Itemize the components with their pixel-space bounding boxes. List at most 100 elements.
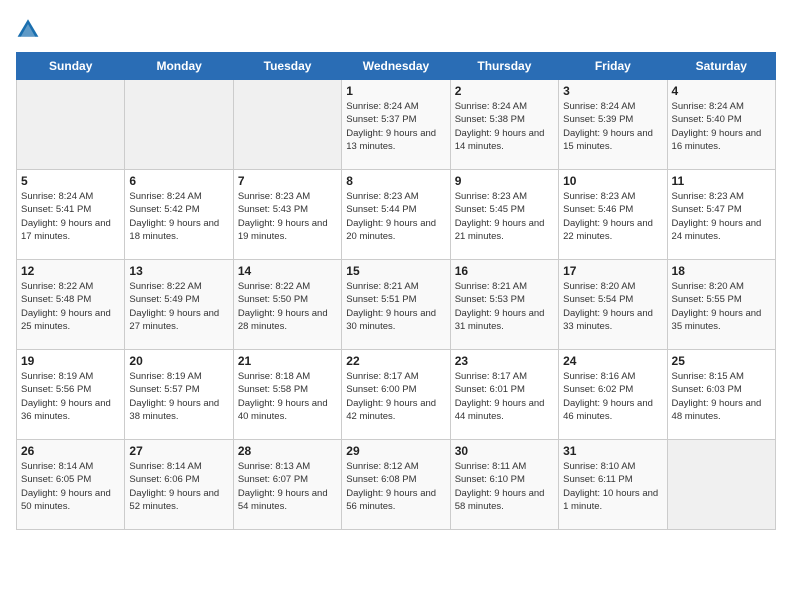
calendar-cell <box>17 80 125 170</box>
day-of-week-header: Thursday <box>450 53 558 80</box>
day-of-week-header: Sunday <box>17 53 125 80</box>
calendar-cell: 4 Sunrise: 8:24 AM Sunset: 5:40 PM Daylig… <box>667 80 775 170</box>
day-info: Sunrise: 8:23 AM Sunset: 5:44 PM Dayligh… <box>346 190 445 243</box>
calendar-week-row: 19 Sunrise: 8:19 AM Sunset: 5:56 PM Dayli… <box>17 350 776 440</box>
calendar-cell <box>125 80 233 170</box>
day-info: Sunrise: 8:20 AM Sunset: 5:54 PM Dayligh… <box>563 280 662 333</box>
calendar-cell: 8Sunrise: 8:23 AM Sunset: 5:44 PM Daylig… <box>342 170 450 260</box>
calendar-body: 1 Sunrise: 8:24 AM Sunset: 5:37 PM Daylig… <box>17 80 776 530</box>
calendar-cell: 17 Sunrise: 8:20 AM Sunset: 5:54 PM Dayli… <box>559 260 667 350</box>
calendar-cell: 7 Sunrise: 8:23 AM Sunset: 5:43 PM Daylig… <box>233 170 341 260</box>
calendar-cell: 26 Sunrise: 8:14 AM Sunset: 6:05 PM Dayli… <box>17 440 125 530</box>
day-of-week-header: Friday <box>559 53 667 80</box>
day-info: Sunrise: 8:23 AM Sunset: 5:46 PM Dayligh… <box>563 190 662 243</box>
day-info: Sunrise: 8:19 AM Sunset: 5:56 PM Dayligh… <box>21 370 120 423</box>
day-info: Sunrise: 8:10 AM Sunset: 6:11 PM Dayligh… <box>563 460 662 513</box>
calendar-cell: 10 Sunrise: 8:23 AM Sunset: 5:46 PM Dayli… <box>559 170 667 260</box>
day-number: 5 <box>21 174 120 188</box>
day-of-week-header: Saturday <box>667 53 775 80</box>
calendar-cell <box>667 440 775 530</box>
day-number: 26 <box>21 444 120 458</box>
day-number: 12 <box>21 264 120 278</box>
day-info: Sunrise: 8:15 AM Sunset: 6:03 PM Dayligh… <box>672 370 771 423</box>
day-info: Sunrise: 8:17 AM Sunset: 6:01 PM Dayligh… <box>455 370 554 423</box>
day-info: Sunrise: 8:21 AM Sunset: 5:53 PM Dayligh… <box>455 280 554 333</box>
calendar-cell: 5 Sunrise: 8:24 AM Sunset: 5:41 PM Daylig… <box>17 170 125 260</box>
day-info: Sunrise: 8:14 AM Sunset: 6:05 PM Dayligh… <box>21 460 120 513</box>
calendar-header-row: SundayMondayTuesdayWednesdayThursdayFrid… <box>17 53 776 80</box>
calendar-cell: 9 Sunrise: 8:23 AM Sunset: 5:45 PM Daylig… <box>450 170 558 260</box>
day-info: Sunrise: 8:13 AM Sunset: 6:07 PM Dayligh… <box>238 460 337 513</box>
day-number: 10 <box>563 174 662 188</box>
calendar-cell: 1 Sunrise: 8:24 AM Sunset: 5:37 PM Daylig… <box>342 80 450 170</box>
logo <box>16 16 44 40</box>
calendar-cell: 15 Sunrise: 8:21 AM Sunset: 5:51 PM Dayli… <box>342 260 450 350</box>
day-info: Sunrise: 8:24 AM Sunset: 5:37 PM Dayligh… <box>346 100 445 153</box>
day-info: Sunrise: 8:24 AM Sunset: 5:38 PM Dayligh… <box>455 100 554 153</box>
calendar-cell: 24Sunrise: 8:16 AM Sunset: 6:02 PM Dayli… <box>559 350 667 440</box>
day-info: Sunrise: 8:22 AM Sunset: 5:50 PM Dayligh… <box>238 280 337 333</box>
calendar-cell: 18Sunrise: 8:20 AM Sunset: 5:55 PM Dayli… <box>667 260 775 350</box>
day-number: 9 <box>455 174 554 188</box>
day-number: 25 <box>672 354 771 368</box>
calendar-cell: 30 Sunrise: 8:11 AM Sunset: 6:10 PM Dayli… <box>450 440 558 530</box>
day-number: 21 <box>238 354 337 368</box>
calendar-cell: 25 Sunrise: 8:15 AM Sunset: 6:03 PM Dayli… <box>667 350 775 440</box>
day-info: Sunrise: 8:11 AM Sunset: 6:10 PM Dayligh… <box>455 460 554 513</box>
day-info: Sunrise: 8:23 AM Sunset: 5:43 PM Dayligh… <box>238 190 337 243</box>
day-number: 6 <box>129 174 228 188</box>
day-info: Sunrise: 8:22 AM Sunset: 5:49 PM Dayligh… <box>129 280 228 333</box>
calendar-cell: 14 Sunrise: 8:22 AM Sunset: 5:50 PM Dayli… <box>233 260 341 350</box>
calendar-week-row: 26 Sunrise: 8:14 AM Sunset: 6:05 PM Dayli… <box>17 440 776 530</box>
day-info: Sunrise: 8:14 AM Sunset: 6:06 PM Dayligh… <box>129 460 228 513</box>
header <box>16 16 776 40</box>
calendar-cell: 29 Sunrise: 8:12 AM Sunset: 6:08 PM Dayli… <box>342 440 450 530</box>
calendar-cell: 16 Sunrise: 8:21 AM Sunset: 5:53 PM Dayli… <box>450 260 558 350</box>
calendar-cell: 21Sunrise: 8:18 AM Sunset: 5:58 PM Dayli… <box>233 350 341 440</box>
day-info: Sunrise: 8:12 AM Sunset: 6:08 PM Dayligh… <box>346 460 445 513</box>
day-number: 11 <box>672 174 771 188</box>
day-number: 22 <box>346 354 445 368</box>
day-number: 27 <box>129 444 228 458</box>
day-number: 29 <box>346 444 445 458</box>
calendar-week-row: 12 Sunrise: 8:22 AM Sunset: 5:48 PM Dayli… <box>17 260 776 350</box>
day-number: 14 <box>238 264 337 278</box>
day-number: 16 <box>455 264 554 278</box>
day-number: 2 <box>455 84 554 98</box>
day-number: 13 <box>129 264 228 278</box>
calendar-cell: 22Sunrise: 8:17 AM Sunset: 6:00 PM Dayli… <box>342 350 450 440</box>
day-number: 7 <box>238 174 337 188</box>
day-number: 4 <box>672 84 771 98</box>
calendar-cell: 19 Sunrise: 8:19 AM Sunset: 5:56 PM Dayli… <box>17 350 125 440</box>
calendar-cell: 20Sunrise: 8:19 AM Sunset: 5:57 PM Dayli… <box>125 350 233 440</box>
calendar-week-row: 5 Sunrise: 8:24 AM Sunset: 5:41 PM Daylig… <box>17 170 776 260</box>
day-number: 17 <box>563 264 662 278</box>
day-number: 15 <box>346 264 445 278</box>
day-number: 28 <box>238 444 337 458</box>
day-of-week-header: Monday <box>125 53 233 80</box>
calendar-cell: 23 Sunrise: 8:17 AM Sunset: 6:01 PM Dayli… <box>450 350 558 440</box>
day-number: 30 <box>455 444 554 458</box>
day-info: Sunrise: 8:23 AM Sunset: 5:45 PM Dayligh… <box>455 190 554 243</box>
day-info: Sunrise: 8:21 AM Sunset: 5:51 PM Dayligh… <box>346 280 445 333</box>
calendar-cell: 11 Sunrise: 8:23 AM Sunset: 5:47 PM Dayli… <box>667 170 775 260</box>
day-number: 19 <box>21 354 120 368</box>
day-info: Sunrise: 8:23 AM Sunset: 5:47 PM Dayligh… <box>672 190 771 243</box>
day-info: Sunrise: 8:24 AM Sunset: 5:40 PM Dayligh… <box>672 100 771 153</box>
day-info: Sunrise: 8:20 AM Sunset: 5:55 PM Dayligh… <box>672 280 771 333</box>
day-number: 23 <box>455 354 554 368</box>
calendar-cell: 28 Sunrise: 8:13 AM Sunset: 6:07 PM Dayli… <box>233 440 341 530</box>
calendar-cell: 3Sunrise: 8:24 AM Sunset: 5:39 PM Daylig… <box>559 80 667 170</box>
day-of-week-header: Tuesday <box>233 53 341 80</box>
day-info: Sunrise: 8:22 AM Sunset: 5:48 PM Dayligh… <box>21 280 120 333</box>
calendar-cell: 6 Sunrise: 8:24 AM Sunset: 5:42 PM Daylig… <box>125 170 233 260</box>
day-number: 3 <box>563 84 662 98</box>
logo-icon <box>16 16 40 40</box>
day-info: Sunrise: 8:24 AM Sunset: 5:42 PM Dayligh… <box>129 190 228 243</box>
day-number: 20 <box>129 354 228 368</box>
calendar-cell <box>233 80 341 170</box>
day-info: Sunrise: 8:24 AM Sunset: 5:41 PM Dayligh… <box>21 190 120 243</box>
day-info: Sunrise: 8:16 AM Sunset: 6:02 PM Dayligh… <box>563 370 662 423</box>
day-number: 1 <box>346 84 445 98</box>
calendar-cell: 31Sunrise: 8:10 AM Sunset: 6:11 PM Dayli… <box>559 440 667 530</box>
